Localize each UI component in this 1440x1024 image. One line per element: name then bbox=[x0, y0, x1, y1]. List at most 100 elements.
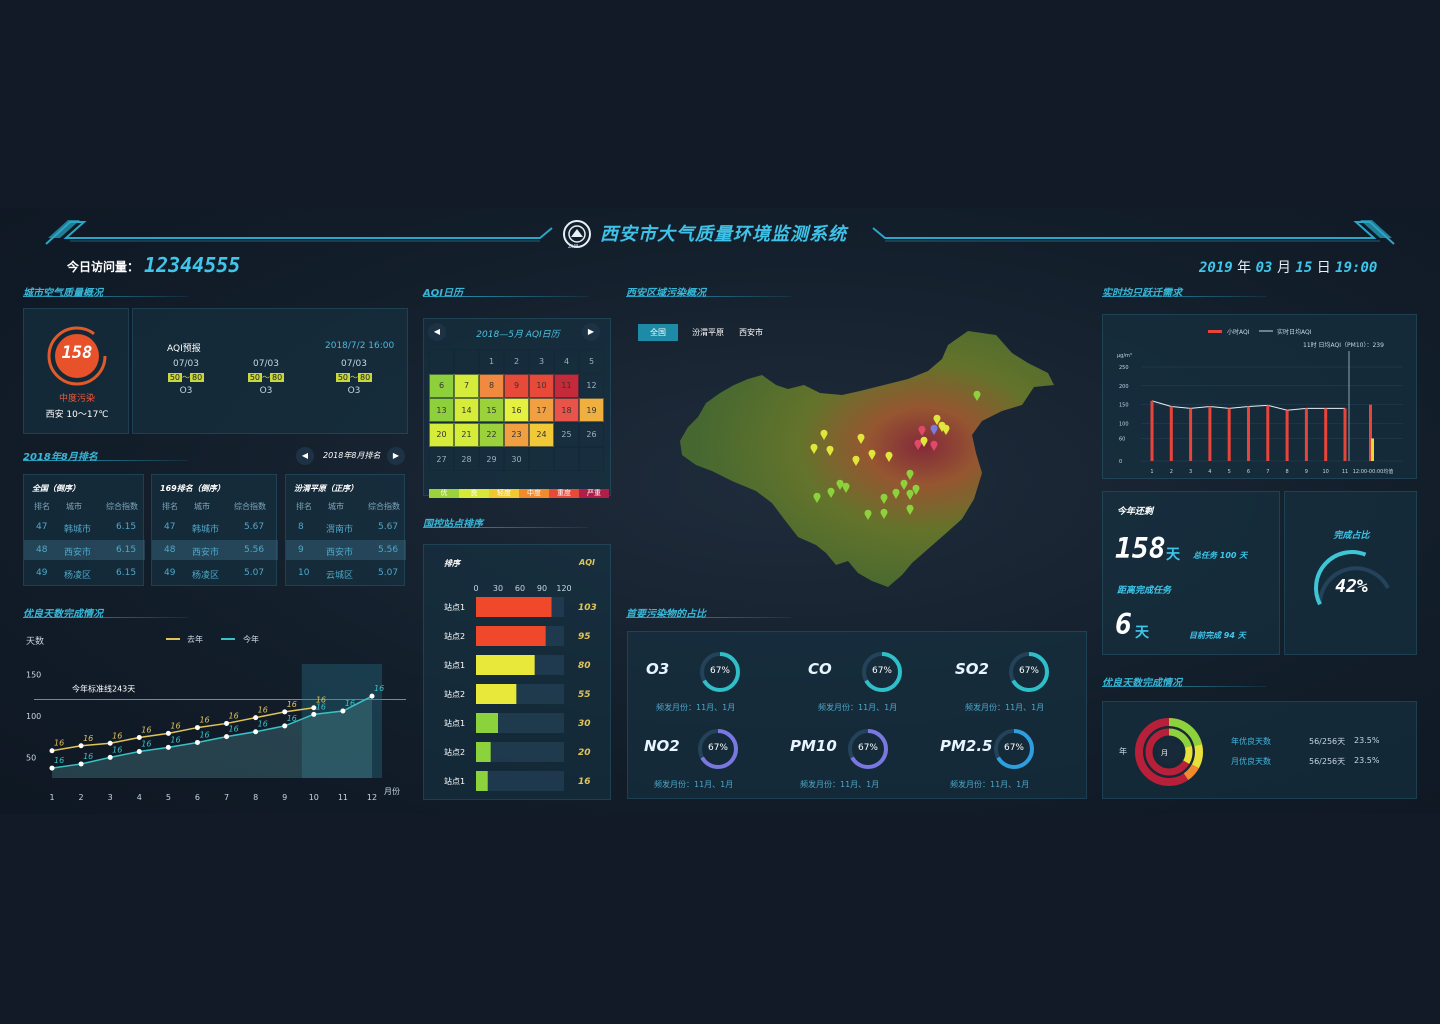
calendar-day[interactable]: 11 bbox=[554, 373, 579, 398]
pollutant-item[interactable]: O3 67% 频发月份：11月、1月 bbox=[646, 650, 786, 720]
map-pin-icon[interactable] bbox=[842, 482, 850, 493]
calendar-day[interactable]: 18 bbox=[554, 398, 579, 422]
map-pin-icon[interactable] bbox=[820, 429, 828, 440]
map-pin-icon[interactable] bbox=[836, 479, 844, 490]
calendar-day[interactable]: 28 bbox=[454, 447, 479, 471]
calendar-day[interactable]: 2 bbox=[504, 349, 529, 373]
calendar-day[interactable]: 17 bbox=[529, 398, 554, 422]
calendar-day[interactable]: 21 bbox=[454, 422, 479, 447]
map-pin-icon[interactable] bbox=[813, 492, 821, 503]
hourly-bar[interactable] bbox=[1150, 400, 1154, 461]
calendar-day[interactable]: 19 bbox=[579, 398, 604, 422]
calendar-day[interactable]: 10 bbox=[529, 373, 554, 398]
map-pin-icon[interactable] bbox=[906, 504, 914, 515]
calendar-day[interactable]: 30 bbox=[504, 447, 529, 471]
calendar-day[interactable]: 9 bbox=[504, 373, 529, 398]
calendar-day[interactable]: 25 bbox=[554, 422, 579, 447]
hourly-bar[interactable] bbox=[1285, 410, 1289, 461]
calendar-day[interactable]: 7 bbox=[454, 373, 479, 398]
this-year-point[interactable] bbox=[340, 708, 346, 714]
hourly-bar[interactable] bbox=[1189, 408, 1193, 461]
table-row[interactable]: 49 杨凌区 6.15 bbox=[24, 563, 145, 583]
this-year-point[interactable] bbox=[282, 723, 288, 729]
map-pin-icon[interactable] bbox=[973, 390, 981, 401]
table-row[interactable]: 48 西安市 6.15 bbox=[24, 540, 145, 560]
hourly-bar[interactable] bbox=[1266, 405, 1270, 461]
pollutant-item[interactable]: PM2.5 67% 频发月份：11月、1月 bbox=[940, 727, 1080, 797]
calendar-day[interactable]: 8 bbox=[479, 373, 504, 398]
last-year-point[interactable] bbox=[78, 743, 84, 749]
calendar-day[interactable]: 20 bbox=[429, 422, 454, 447]
map-pin-icon[interactable] bbox=[885, 451, 893, 462]
calendar-next-button[interactable]: ▶ bbox=[582, 323, 600, 341]
station-bar[interactable] bbox=[476, 597, 552, 617]
calendar-day[interactable]: 4 bbox=[554, 349, 579, 373]
region-tab-national[interactable]: 全国 bbox=[638, 324, 678, 341]
map-pin-icon[interactable] bbox=[868, 449, 876, 460]
calendar-day[interactable]: 1 bbox=[479, 349, 504, 373]
hourly-bar[interactable] bbox=[1227, 408, 1231, 461]
last-year-point[interactable] bbox=[194, 725, 200, 731]
map-pin-icon[interactable] bbox=[864, 509, 872, 520]
calendar-day[interactable]: 22 bbox=[479, 422, 504, 447]
table-row[interactable]: 10 云城区 5.07 bbox=[286, 563, 406, 583]
table-row[interactable]: 9 西安市 5.56 bbox=[286, 540, 406, 560]
this-year-point[interactable] bbox=[78, 761, 84, 767]
table-row[interactable]: 48 西安市 5.56 bbox=[152, 540, 278, 560]
map-pin-icon[interactable] bbox=[914, 439, 922, 450]
map-pin-icon[interactable] bbox=[892, 488, 900, 499]
calendar-day[interactable]: 14 bbox=[454, 398, 479, 422]
station-bar[interactable] bbox=[476, 771, 488, 791]
map-pin-icon[interactable] bbox=[852, 455, 860, 466]
this-year-point[interactable] bbox=[224, 734, 230, 740]
table-row[interactable]: 8 渭南市 5.67 bbox=[286, 517, 406, 537]
hourly-bar[interactable] bbox=[1208, 406, 1212, 461]
ranking-prev-button[interactable]: ◀ bbox=[296, 447, 314, 465]
this-year-point[interactable] bbox=[311, 711, 317, 717]
ranking-next-button[interactable]: ▶ bbox=[387, 447, 405, 465]
station-bar[interactable] bbox=[476, 742, 491, 762]
pollutant-item[interactable]: CO 67% 频发月份：11月、1月 bbox=[808, 650, 948, 720]
calendar-day[interactable]: 23 bbox=[504, 422, 529, 447]
calendar-day[interactable]: 16 bbox=[504, 398, 529, 422]
map-pin-icon[interactable] bbox=[880, 493, 888, 504]
calendar-day[interactable]: 24 bbox=[529, 422, 554, 447]
table-row[interactable]: 47 韩城市 5.67 bbox=[152, 517, 278, 537]
station-bar[interactable] bbox=[476, 655, 535, 675]
this-year-point[interactable] bbox=[107, 754, 113, 760]
map-pin-icon[interactable] bbox=[930, 424, 938, 435]
hourly-bar[interactable] bbox=[1324, 408, 1328, 461]
hourly-bar[interactable] bbox=[1247, 406, 1250, 461]
this-year-point[interactable] bbox=[136, 749, 142, 755]
calendar-day[interactable]: 3 bbox=[529, 349, 554, 373]
map-pin-icon[interactable] bbox=[826, 445, 834, 456]
map-pin-icon[interactable] bbox=[906, 489, 914, 500]
hourly-bar[interactable] bbox=[1169, 406, 1173, 461]
calendar-day[interactable]: 15 bbox=[479, 398, 504, 422]
hourly-bar[interactable] bbox=[1304, 408, 1308, 461]
calendar-day[interactable]: 26 bbox=[579, 422, 604, 447]
this-year-point[interactable] bbox=[253, 729, 259, 735]
last-year-point[interactable] bbox=[49, 748, 55, 754]
map-pin-icon[interactable] bbox=[827, 487, 835, 498]
table-row[interactable]: 49 杨凌区 5.07 bbox=[152, 563, 278, 583]
map-pin-icon[interactable] bbox=[880, 508, 888, 519]
calendar-day[interactable]: 27 bbox=[429, 447, 454, 471]
calendar-day[interactable]: 12 bbox=[579, 373, 604, 398]
station-bar[interactable] bbox=[476, 684, 517, 704]
pollutant-item[interactable]: NO2 67% 频发月份：11月、1月 bbox=[644, 727, 784, 797]
avg-bar[interactable] bbox=[1371, 438, 1374, 461]
pollutant-item[interactable]: PM10 67% 频发月份：11月、1月 bbox=[790, 727, 930, 797]
map-pin-icon[interactable] bbox=[810, 443, 818, 454]
this-year-point[interactable] bbox=[369, 693, 375, 699]
map-pin-icon[interactable] bbox=[942, 424, 950, 435]
calendar-day[interactable]: 5 bbox=[579, 349, 604, 373]
map-pin-icon[interactable] bbox=[912, 484, 920, 495]
hourly-bar[interactable] bbox=[1343, 408, 1347, 461]
this-year-point[interactable] bbox=[165, 744, 171, 750]
map-pin-icon[interactable] bbox=[900, 479, 908, 490]
station-bar[interactable] bbox=[476, 626, 546, 646]
calendar-day[interactable]: 6 bbox=[429, 373, 454, 398]
map-pin-icon[interactable] bbox=[930, 440, 938, 451]
table-row[interactable]: 47 韩城市 6.15 bbox=[24, 517, 145, 537]
